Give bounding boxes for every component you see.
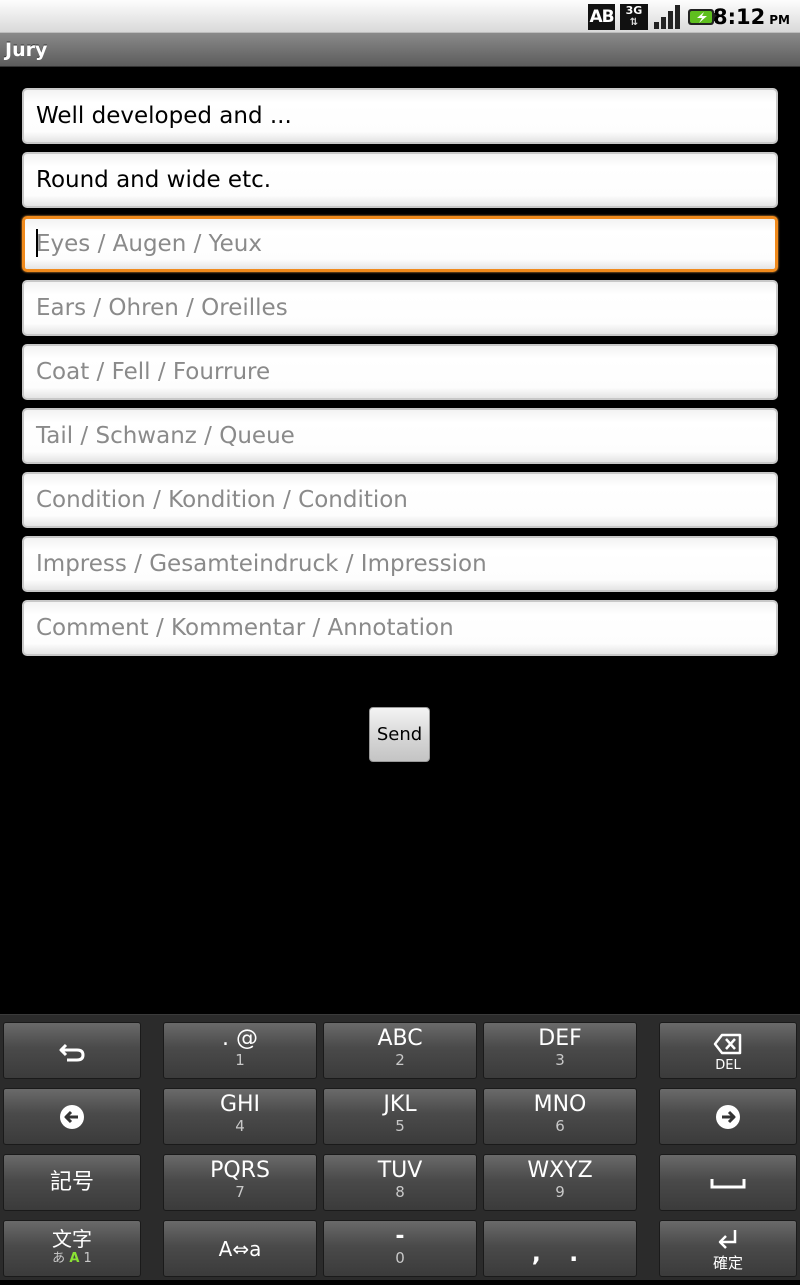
title-bar: Jury [0, 33, 800, 67]
key-9[interactable]: WXYZ 9 [483, 1154, 637, 1211]
ab-indicator-icon: AB [588, 4, 615, 30]
key-letters: DEF [538, 1026, 582, 1051]
field-value: Well developed and ... [36, 103, 292, 129]
arrow-left-icon [60, 1105, 84, 1129]
key-letters: GHI [219, 1092, 261, 1117]
undo-key[interactable] [3, 1022, 141, 1079]
key-digit: 6 [555, 1117, 565, 1135]
clock-time: 8:12 [713, 5, 766, 29]
delete-key[interactable]: DEL [659, 1022, 797, 1079]
app-title: Jury [5, 39, 48, 61]
key-digit: 8 [395, 1183, 405, 1201]
field-ears[interactable]: Ears / Ohren / Oreilles [22, 280, 778, 336]
key-letters: - [395, 1224, 405, 1249]
confirm-label: 確定 [712, 1254, 743, 1272]
field-placeholder: Coat / Fell / Fourrure [36, 359, 271, 385]
punctuation-label: , . [531, 1239, 589, 1267]
key-letters: ABC [377, 1026, 423, 1051]
key-1[interactable]: . @ 1 [163, 1022, 317, 1079]
key-digit: 3 [555, 1051, 565, 1069]
field-coat[interactable]: Coat / Fell / Fourrure [22, 344, 778, 400]
delete-label: DEL [715, 1058, 741, 1073]
key-digit: 1 [235, 1051, 245, 1069]
confirm-key[interactable]: 確定 [659, 1220, 797, 1277]
symbols-key[interactable]: 記号 [3, 1154, 141, 1211]
clock: 8:12 PM [713, 3, 790, 31]
mode-alphabet-active: A [69, 1251, 80, 1266]
key-letters: MNO [533, 1092, 587, 1117]
field-placeholder: Condition / Kondition / Condition [36, 487, 408, 513]
key-0[interactable]: - 0 [323, 1220, 477, 1277]
field-placeholder: Tail / Schwanz / Queue [36, 423, 295, 449]
mode-number: 1 [83, 1251, 92, 1266]
form-fields: Well developed and ... Round and wide et… [22, 88, 778, 664]
field-placeholder: Comment / Kommentar / Annotation [36, 615, 454, 641]
soft-keyboard: . @ 1 ABC 2 DEF 3 DEL GHI 4 JKL 5 MNO 6 [0, 1014, 800, 1280]
signal-icon [654, 5, 680, 29]
key-letters: WXYZ [527, 1158, 593, 1183]
network-type-label: 3G [625, 4, 643, 17]
clock-ampm: PM [769, 13, 790, 27]
field-tail[interactable]: Tail / Schwanz / Queue [22, 408, 778, 464]
key-letters: JKL [383, 1092, 417, 1117]
key-5[interactable]: JKL 5 [323, 1088, 477, 1145]
key-3[interactable]: DEF 3 [483, 1022, 637, 1079]
undo-arrow-icon [59, 1043, 85, 1062]
data-arrows-icon: ⇅ [629, 17, 639, 28]
field-impress[interactable]: Impress / Gesamteindruck / Impression [22, 536, 778, 592]
backspace-icon [713, 1033, 742, 1055]
field-eyes[interactable]: Eyes / Augen / Yeux [22, 216, 778, 272]
input-mode-options: あ A 1 [4, 1251, 140, 1267]
field-placeholder: Eyes / Augen / Yeux [36, 231, 262, 257]
case-toggle-key[interactable]: A⇔a [163, 1220, 317, 1277]
key-7[interactable]: PQRS 7 [163, 1154, 317, 1211]
field-placeholder: Ears / Ohren / Oreilles [36, 295, 288, 321]
status-bar: AB 3G ⇅ 8:12 PM [0, 0, 800, 33]
key-6[interactable]: MNO 6 [483, 1088, 637, 1145]
3g-icon: 3G ⇅ [620, 4, 648, 30]
key-letters: . @ [222, 1026, 258, 1051]
key-letters: PQRS [210, 1158, 270, 1183]
field-head[interactable]: Round and wide etc. [22, 152, 778, 208]
key-letters: TUV [377, 1158, 423, 1183]
key-digit: 4 [235, 1117, 245, 1135]
arrow-right-icon [716, 1105, 740, 1129]
space-icon [710, 1179, 746, 1189]
mode-hiragana: あ [52, 1251, 66, 1266]
space-key[interactable] [659, 1154, 797, 1211]
key-digit: 7 [235, 1183, 245, 1201]
input-mode-key[interactable]: 文字 あ A 1 [3, 1220, 141, 1277]
field-placeholder: Impress / Gesamteindruck / Impression [36, 551, 487, 577]
field-condition[interactable]: Condition / Kondition / Condition [22, 472, 778, 528]
key-2[interactable]: ABC 2 [323, 1022, 477, 1079]
field-value: Round and wide etc. [36, 167, 272, 193]
field-general-appearance[interactable]: Well developed and ... [22, 88, 778, 144]
send-button[interactable]: Send [369, 707, 430, 762]
key-digit: 5 [395, 1117, 405, 1135]
punctuation-key[interactable]: , . [483, 1220, 637, 1277]
key-4[interactable]: GHI 4 [163, 1088, 317, 1145]
cursor-left-key[interactable] [3, 1088, 141, 1145]
key-digit: 2 [395, 1051, 405, 1069]
key-digit: 9 [555, 1183, 565, 1201]
case-toggle-label: A⇔a [218, 1237, 262, 1261]
key-8[interactable]: TUV 8 [323, 1154, 477, 1211]
cursor-right-key[interactable] [659, 1088, 797, 1145]
input-mode-label: 文字 [52, 1227, 92, 1251]
symbols-label: 記号 [49, 1170, 94, 1195]
field-comment[interactable]: Comment / Kommentar / Annotation [22, 600, 778, 656]
enter-icon [718, 1230, 737, 1249]
key-digit: 0 [395, 1249, 405, 1267]
